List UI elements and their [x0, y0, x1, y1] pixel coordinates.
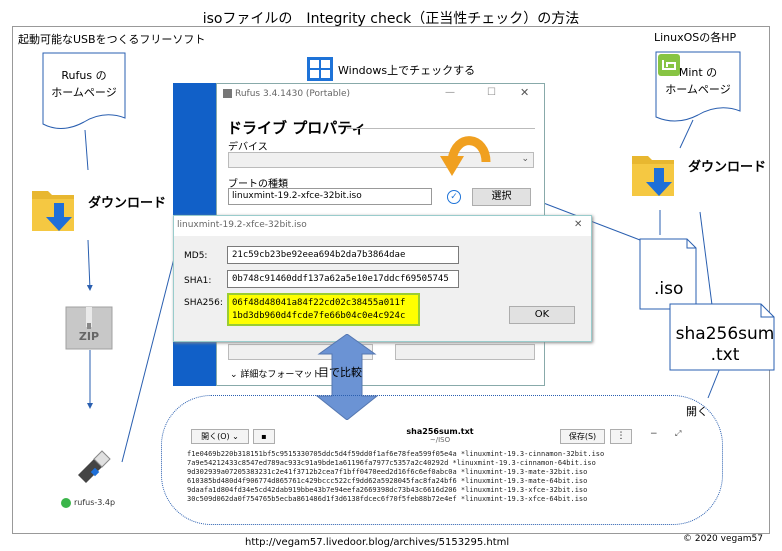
sha1-label: SHA1: [184, 276, 212, 286]
rufus-homepage-line1: Rufus の [61, 69, 107, 82]
new-document-button[interactable]: ▪ [253, 429, 275, 444]
footer-url[interactable]: http://vegam57.livedoor.blog/archives/51… [245, 537, 509, 548]
mint-homepage-line1: Mint の [678, 66, 718, 79]
copyright: © 2020 vegam57 [683, 534, 763, 544]
folder-download-icon-right [632, 156, 674, 196]
md5-label: MD5: [184, 251, 208, 261]
compare-label: 目で比較 [318, 366, 362, 379]
check-badge-icon [61, 498, 71, 508]
checksum-check-icon[interactable]: ✓ [447, 190, 461, 204]
cluster-select[interactable] [395, 344, 535, 360]
line-download-to-zip [86, 239, 93, 291]
sha256-line1: 06f48d48041a84f22cd02c38455a011f [232, 298, 406, 308]
sha256sum-label-line1: sha256sum [675, 324, 775, 344]
maximize-button[interactable]: ☐ [487, 87, 496, 98]
folder-download-icon-left [32, 191, 74, 231]
zip-label: ZIP [78, 330, 100, 343]
chevron-down-icon: ⌄ [229, 432, 239, 441]
rufus-homepage-text: Rufus の ホームページ [42, 67, 126, 101]
rufus-app-icon [223, 89, 232, 98]
line-download-to-sha [699, 211, 713, 306]
editor-file-title: sha256sum.txt [406, 427, 474, 436]
dialog-close-button[interactable]: ✕ [574, 219, 582, 230]
open-file-button[interactable]: 開く(O) ⌄ [191, 429, 249, 444]
rufus-window-title: Rufus 3.4.1430 (Portable) [223, 89, 350, 99]
checksum-dialog-title: linuxmint-19.2-xfce-32bit.iso [177, 220, 307, 230]
windows-logo-icon [307, 57, 333, 81]
sha256sum-label: sha256sum .txt [672, 324, 778, 366]
save-button[interactable]: 保存(S) [560, 429, 605, 444]
windows-label: Windows上でチェックする [338, 64, 476, 77]
editor-line: f1e0469b220b318151bf5c9515330705ddc5d4f5… [187, 450, 605, 458]
md5-field[interactable]: 21c59cb23be92eea694b2da7b3864dae [227, 246, 459, 264]
editor-content[interactable]: f1e0469b220b318151bf5c9515330705ddc5d4f5… [187, 450, 604, 504]
sha256-field[interactable]: 06f48d48041a84f22cd02c38455a011f 1bd3db9… [227, 293, 420, 326]
rufus-app-label: rufus-3.4p [74, 498, 116, 507]
line-sha-to-editor [707, 367, 721, 399]
zip-icon [65, 306, 113, 350]
checksum-dialog: linuxmint-19.2-xfce-32bit.iso ✕ MD5: 21c… [173, 215, 592, 342]
editor-line: 9daafa1d804fd34e5cd42dab919bbe43b7e94eef… [187, 486, 588, 494]
rufus-title-text: Rufus 3.4.1430 (Portable) [235, 89, 351, 99]
minimize-button[interactable]: — [445, 87, 455, 98]
right-heading: LinuxOSの各HP [654, 31, 737, 44]
iso-label: .iso [654, 279, 684, 299]
rufus-usb-icon[interactable] [74, 445, 114, 485]
line-doc-to-download [84, 129, 89, 171]
heading-divider [347, 128, 535, 129]
sha256-label: SHA256: [184, 298, 223, 308]
orange-arrow-icon [440, 136, 491, 176]
editor-line: 9d302939a07205383231c2e41f3712b2cea7f1bf… [187, 468, 588, 476]
sha256-line2: 1bd3db960d4fcde7fe66b04c0e4c924c [232, 311, 406, 321]
iso-file-icon [639, 238, 697, 310]
drive-properties-heading: ドライブ プロパティ [227, 119, 367, 137]
close-button[interactable]: ✕ [520, 86, 529, 99]
text-editor-window: 開く(O) ⌄ ▪ sha256sum.txt ~/ISO 保存(S) ⋮ − … [185, 426, 690, 504]
maximize-button[interactable]: ⤢ [675, 429, 681, 439]
sha1-field[interactable]: 0b748c91460ddf137a62a5e10e17ddcf69505745 [227, 270, 459, 288]
mint-homepage-text: Mint の ホームページ [655, 64, 741, 98]
chevron-down-icon: ⌄ [521, 154, 529, 164]
ok-button[interactable]: OK [509, 306, 575, 324]
open-file-label: 開く(O) [201, 432, 230, 441]
chevron-down-icon: ⌄ [230, 370, 241, 380]
boot-type-select[interactable]: linuxmint-19.2-xfce-32bit.iso [228, 188, 432, 205]
editor-file-path: ~/ISO [429, 436, 451, 444]
rufus-homepage-line2: ホームページ [51, 86, 117, 99]
right-download-label: ダウンロード [688, 160, 767, 175]
left-download-label: ダウンロード [88, 196, 167, 211]
editor-line: 30c509d062da0f754765b5ecba861486d1f3d613… [187, 495, 588, 503]
menu-button[interactable]: ⋮ [610, 429, 632, 444]
editor-line: 610385bd480d4f906774d865761c429bccc522cf… [187, 477, 588, 485]
editor-line: 7a9e54212433c8547ed789ac933c91a9bde1a611… [187, 459, 596, 467]
device-label: デバイス [228, 142, 268, 153]
select-button[interactable]: 選択 [472, 188, 531, 206]
minimize-button[interactable]: − [650, 429, 658, 439]
sha256sum-label-line2: .txt [710, 345, 740, 365]
left-heading: 起動可能なUSBをつくるフリーソフト [18, 33, 206, 46]
mint-homepage-line2: ホームページ [665, 83, 731, 96]
